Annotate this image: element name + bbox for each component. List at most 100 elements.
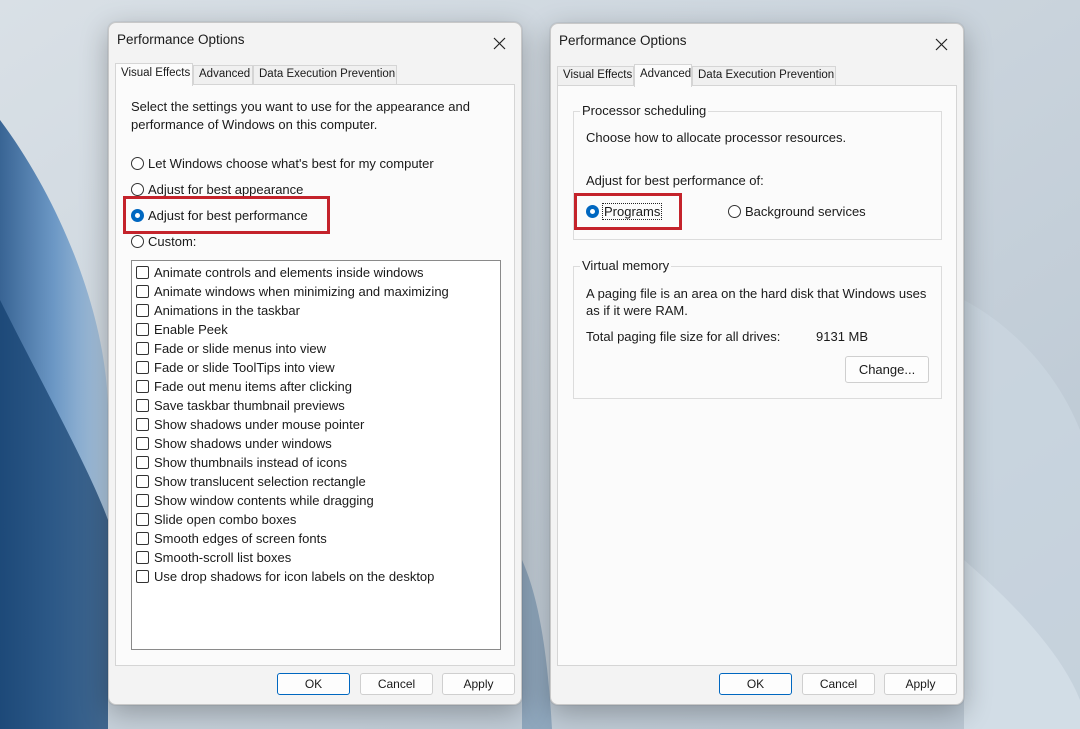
checkbox[interactable]	[136, 569, 149, 583]
radio-best-performance[interactable]: Adjust for best performance	[131, 208, 308, 223]
visual-effects-list[interactable]: Animate controls and elements inside win…	[131, 260, 501, 650]
checkbox-label: Show thumbnails instead of icons	[154, 454, 347, 470]
checkbox-label: Fade out menu items after clicking	[154, 378, 352, 394]
checkbox[interactable]	[136, 341, 149, 355]
title-bar[interactable]: Performance Options	[109, 23, 521, 63]
tab-visual-effects[interactable]: Visual Effects	[557, 66, 634, 85]
checkbox[interactable]	[136, 360, 149, 374]
list-item[interactable]: Show window contents while dragging	[136, 491, 374, 509]
list-item[interactable]: Animate windows when minimizing and maxi…	[136, 282, 449, 300]
ok-button[interactable]: OK	[277, 673, 350, 695]
radio-label: Adjust for best performance	[148, 208, 308, 223]
checkbox[interactable]	[136, 417, 149, 431]
list-item[interactable]: Use drop shadows for icon labels on the …	[136, 567, 434, 585]
close-icon	[493, 37, 505, 49]
checkbox[interactable]	[136, 512, 149, 526]
checkbox-label: Save taskbar thumbnail previews	[154, 397, 345, 413]
title-bar[interactable]: Performance Options	[551, 24, 963, 64]
checkbox-label: Animations in the taskbar	[154, 302, 300, 318]
processor-scheduling-group: Processor scheduling Choose how to alloc…	[573, 103, 942, 240]
radio-button[interactable]	[131, 157, 144, 170]
checkbox[interactable]	[136, 265, 149, 279]
checkbox[interactable]	[136, 474, 149, 488]
checkbox[interactable]	[136, 550, 149, 564]
radio-button[interactable]	[728, 205, 741, 218]
checkbox[interactable]	[136, 436, 149, 450]
checkbox[interactable]	[136, 379, 149, 393]
checkbox[interactable]	[136, 398, 149, 412]
checkbox-label: Slide open combo boxes	[154, 511, 297, 527]
close-button[interactable]	[485, 29, 513, 57]
performance-options-dialog-visual-effects: Performance Options Visual Effects Advan…	[108, 22, 522, 705]
checkbox[interactable]	[136, 493, 149, 507]
checkbox[interactable]	[136, 322, 149, 336]
apply-button[interactable]: Apply	[442, 673, 515, 695]
checkbox-label: Smooth edges of screen fonts	[154, 530, 327, 546]
checkbox-label: Enable Peek	[154, 321, 228, 337]
radio-label: Let Windows choose what's best for my co…	[148, 156, 434, 171]
list-item[interactable]: Show shadows under windows	[136, 434, 332, 452]
advanced-panel: Processor scheduling Choose how to alloc…	[557, 85, 957, 666]
performance-options-dialog-advanced: Performance Options Visual Effects Advan…	[550, 23, 964, 705]
checkbox[interactable]	[136, 531, 149, 545]
tab-data-execution-prevention[interactable]: Data Execution Prevention	[692, 66, 836, 85]
radio-label: Background services	[745, 204, 866, 219]
checkbox-label: Animate windows when minimizing and maxi…	[154, 283, 449, 299]
radio-button-selected[interactable]	[586, 205, 599, 218]
list-item[interactable]: Animate controls and elements inside win…	[136, 263, 424, 281]
tab-visual-effects[interactable]: Visual Effects	[115, 63, 193, 86]
tab-advanced[interactable]: Advanced	[193, 65, 253, 84]
list-item[interactable]: Smooth edges of screen fonts	[136, 529, 327, 547]
checkbox-label: Use drop shadows for icon labels on the …	[154, 568, 435, 584]
radio-label: Adjust for best appearance	[148, 182, 304, 197]
virtual-memory-description-2: as if it were RAM.	[586, 303, 688, 318]
list-item[interactable]: Fade out menu items after clicking	[136, 377, 352, 395]
list-item[interactable]: Enable Peek	[136, 320, 228, 338]
change-button[interactable]: Change...	[845, 356, 929, 383]
list-item[interactable]: Slide open combo boxes	[136, 510, 296, 528]
checkbox-label: Fade or slide menus into view	[154, 340, 326, 356]
paging-total-value: 9131 MB	[816, 329, 869, 344]
list-item[interactable]: Show thumbnails instead of icons	[136, 453, 347, 471]
radio-label: Programs	[601, 203, 663, 220]
radio-background-services[interactable]: Background services	[728, 204, 866, 219]
close-icon	[935, 38, 947, 50]
checkbox-label: Show shadows under mouse pointer	[154, 416, 365, 432]
radio-let-windows-choose[interactable]: Let Windows choose what's best for my co…	[131, 156, 434, 171]
list-item[interactable]: Smooth-scroll list boxes	[136, 548, 291, 566]
checkbox-label: Show shadows under windows	[154, 435, 332, 451]
virtual-memory-description-1: A paging file is an area on the hard dis…	[586, 286, 927, 301]
checkbox-label: Animate controls and elements inside win…	[154, 264, 424, 280]
list-item[interactable]: Fade or slide ToolTips into view	[136, 358, 335, 376]
radio-button-selected[interactable]	[131, 209, 144, 222]
cancel-button[interactable]: Cancel	[360, 673, 433, 695]
cancel-button[interactable]: Cancel	[802, 673, 875, 695]
list-item[interactable]: Fade or slide menus into view	[136, 339, 326, 357]
close-button[interactable]	[927, 30, 955, 58]
list-item[interactable]: Save taskbar thumbnail previews	[136, 396, 345, 414]
checkbox[interactable]	[136, 303, 149, 317]
checkbox[interactable]	[136, 284, 149, 298]
visual-effects-panel: Select the settings you want to use for …	[115, 84, 515, 666]
tab-advanced[interactable]: Advanced	[634, 64, 692, 87]
radio-label: Custom:	[148, 234, 197, 249]
adjust-label: Adjust for best performance of:	[586, 173, 764, 188]
checkbox[interactable]	[136, 455, 149, 469]
processor-description: Choose how to allocate processor resourc…	[586, 130, 847, 145]
ok-button[interactable]: OK	[719, 673, 792, 695]
checkbox-label: Fade or slide ToolTips into view	[154, 359, 335, 375]
radio-best-appearance[interactable]: Adjust for best appearance	[131, 182, 303, 197]
radio-button[interactable]	[131, 235, 144, 248]
dialog-title: Performance Options	[559, 33, 687, 48]
list-item[interactable]: Animations in the taskbar	[136, 301, 300, 319]
list-item[interactable]: Show shadows under mouse pointer	[136, 415, 364, 433]
tab-data-execution-prevention[interactable]: Data Execution Prevention	[253, 65, 397, 84]
checkbox-label: Smooth-scroll list boxes	[154, 549, 292, 565]
apply-button[interactable]: Apply	[884, 673, 957, 695]
radio-button[interactable]	[131, 183, 144, 196]
list-item[interactable]: Show translucent selection rectangle	[136, 472, 366, 490]
radio-programs[interactable]: Programs	[586, 203, 663, 220]
checkbox-label: Show window contents while dragging	[154, 492, 374, 508]
radio-custom[interactable]: Custom:	[131, 234, 196, 249]
description-line-1: Select the settings you want to use for …	[131, 99, 470, 114]
